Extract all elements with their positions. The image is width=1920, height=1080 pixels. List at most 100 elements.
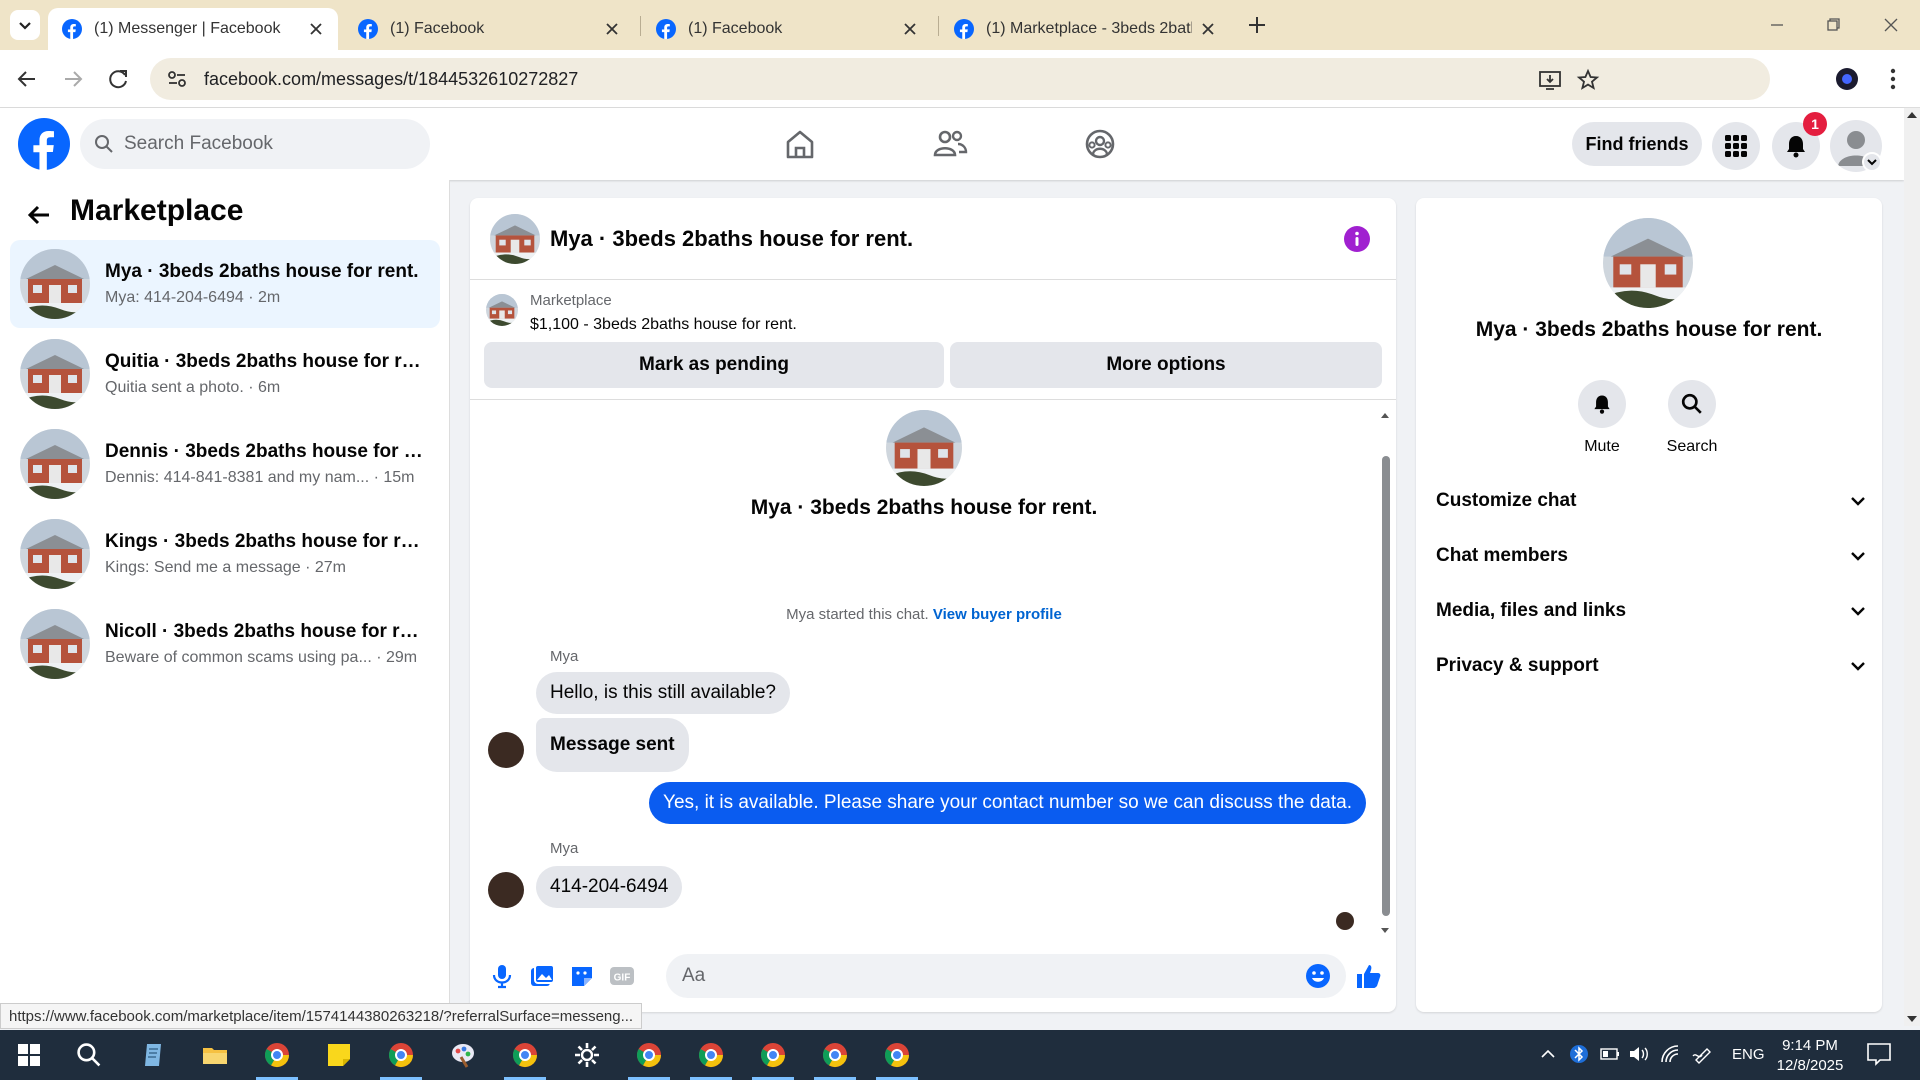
forward-arrow-icon[interactable] (58, 64, 88, 94)
install-app-icon[interactable] (1538, 68, 1562, 92)
start-button[interactable] (12, 1038, 46, 1072)
taskbar-app[interactable] (818, 1038, 852, 1072)
listing-thumbnail (20, 339, 90, 409)
taskbar-app[interactable] (136, 1038, 170, 1072)
listing-avatar[interactable] (486, 294, 518, 326)
tab-search-button[interactable] (10, 10, 40, 40)
find-friends-button[interactable]: Find friends (1572, 122, 1702, 166)
show-hidden-icons-chevron-icon[interactable] (1540, 1046, 1556, 1062)
browser-tab-marketplace[interactable]: (1) Marketplace - 3beds 2baths (940, 8, 1230, 50)
view-buyer-profile-link[interactable]: View buyer profile (933, 606, 1062, 623)
account-chevron[interactable] (1862, 152, 1882, 172)
listing-avatar[interactable] (490, 214, 540, 264)
browser-tab-messenger[interactable]: (1) Messenger | Facebook (48, 8, 338, 50)
message-input-box[interactable] (666, 954, 1346, 998)
chevron-down-icon (1851, 607, 1865, 616)
customize-chat-section[interactable]: Customize chat (1436, 476, 1866, 526)
pen-ink-icon[interactable] (1692, 1044, 1714, 1064)
facebook-logo-icon[interactable] (18, 118, 70, 170)
message-bubble[interactable]: Message sent (536, 718, 689, 772)
language-indicator[interactable]: ENG (1732, 1046, 1765, 1063)
close-window-icon[interactable] (1876, 10, 1906, 40)
gif-icon[interactable]: GIF (608, 962, 636, 990)
more-options-button[interactable]: More options (950, 342, 1382, 388)
taskbar-app[interactable] (880, 1038, 914, 1072)
sender-avatar[interactable] (488, 872, 524, 908)
media-files-links-section[interactable]: Media, files and links (1436, 586, 1866, 636)
conversation-item[interactable]: Mya · 3beds 2baths house for rent. Mya: … (10, 240, 440, 328)
browser-tab-facebook-1[interactable]: (1) Facebook (344, 8, 634, 50)
back-arrow-icon[interactable] (24, 200, 54, 230)
home-icon[interactable] (780, 124, 820, 164)
message-input[interactable] (682, 965, 1282, 987)
volume-icon[interactable] (1628, 1044, 1650, 1064)
privacy-support-section[interactable]: Privacy & support (1436, 641, 1866, 691)
menu-grid-button[interactable] (1712, 122, 1760, 170)
reload-icon[interactable] (104, 64, 134, 94)
bookmark-star-icon[interactable] (1576, 68, 1600, 92)
facebook-search[interactable] (80, 119, 430, 169)
facebook-search-input[interactable] (124, 133, 414, 155)
taskbar-app[interactable] (508, 1038, 542, 1072)
taskbar-app[interactable] (694, 1038, 728, 1072)
taskbar-app[interactable] (756, 1038, 790, 1072)
system-clock[interactable]: 9:14 PM 12/8/2025 (1762, 1036, 1858, 1076)
taskbar-app[interactable] (384, 1038, 418, 1072)
browser-tab-facebook-2[interactable]: (1) Facebook (642, 8, 932, 50)
close-tab-icon[interactable] (604, 21, 620, 37)
taskbar-app[interactable] (632, 1038, 666, 1072)
page-scrollbar[interactable] (1904, 108, 1920, 1026)
chat-members-section[interactable]: Chat members (1436, 531, 1866, 581)
sender-avatar[interactable] (488, 732, 524, 768)
windows-logo-icon (18, 1044, 40, 1066)
bluetooth-icon[interactable] (1570, 1044, 1588, 1064)
taskbar-app[interactable] (322, 1038, 356, 1072)
conversation-item[interactable]: Nicoll · 3beds 2baths house for rent. Be… (10, 600, 440, 688)
address-bar[interactable]: facebook.com/messages/t/1844532610272827 (150, 58, 1770, 100)
thread-scrollbar-thumb[interactable] (1382, 456, 1390, 916)
sticker-icon[interactable] (568, 962, 596, 990)
mute-button[interactable]: Mute (1562, 380, 1642, 456)
taskbar-search-button[interactable] (72, 1038, 106, 1072)
message-bubble[interactable]: Hello, is this still available? (536, 672, 790, 714)
listing-price[interactable]: $1,100 - 3beds 2baths house for rent. (530, 316, 797, 334)
taskbar-app[interactable] (446, 1038, 480, 1072)
message-bubble-outgoing[interactable]: Yes, it is available. Please share your … (649, 782, 1366, 824)
microphone-icon[interactable] (488, 962, 516, 990)
taskbar-app[interactable] (198, 1038, 232, 1072)
site-settings-icon[interactable] (166, 68, 188, 90)
close-tab-icon[interactable] (308, 21, 324, 37)
emoji-icon[interactable] (1304, 962, 1332, 990)
network-icon[interactable] (1660, 1044, 1682, 1064)
back-arrow-icon[interactable] (12, 64, 42, 94)
close-tab-icon[interactable] (902, 21, 918, 37)
groups-icon[interactable] (1080, 124, 1120, 164)
details-name: Mya · 3beds 2baths house for rent. (1475, 318, 1823, 341)
info-icon[interactable] (1344, 226, 1370, 252)
conversation-item[interactable]: Quitia · 3beds 2baths house for rent. Qu… (10, 330, 440, 418)
chrome-profile-icon[interactable] (1832, 64, 1862, 94)
close-tab-icon[interactable] (1200, 21, 1216, 37)
notification-center-icon[interactable] (1866, 1042, 1892, 1066)
chrome-icon (698, 1043, 723, 1068)
message-bubble[interactable]: 414-204-6494 (536, 866, 683, 908)
taskbar-app[interactable] (260, 1038, 294, 1072)
friends-icon[interactable] (930, 124, 970, 164)
taskbar-app[interactable] (570, 1038, 604, 1072)
chat-title[interactable]: Mya · 3beds 2baths house for rent. (550, 226, 913, 252)
battery-icon[interactable] (1600, 1046, 1620, 1062)
chrome-menu-icon[interactable] (1878, 64, 1908, 94)
minimize-window-icon[interactable] (1762, 10, 1792, 40)
mark-as-pending-button[interactable]: Mark as pending (484, 342, 944, 388)
photo-icon[interactable] (528, 962, 556, 990)
conversation-item[interactable]: Kings · 3beds 2baths house for rent. Kin… (10, 510, 440, 598)
restore-window-icon[interactable] (1818, 10, 1848, 40)
chevron-down-icon (1851, 497, 1865, 506)
conversation-item[interactable]: Dennis · 3beds 2baths house for re... De… (10, 420, 440, 508)
new-tab-plus-icon[interactable] (1244, 12, 1270, 38)
listing-avatar[interactable] (1603, 218, 1693, 308)
thumbs-up-icon[interactable] (1354, 962, 1382, 990)
browser-toolbar: facebook.com/messages/t/1844532610272827 (0, 50, 1920, 108)
search-in-chat-button[interactable]: Search (1652, 380, 1732, 456)
chat-details-panel: Mya · 3beds 2baths house for rent. Mute … (1416, 198, 1882, 1012)
